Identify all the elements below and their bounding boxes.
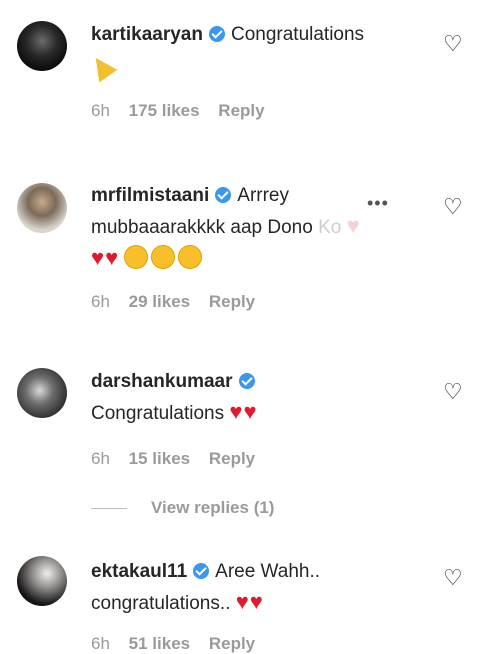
heart-icon: ♥ bbox=[249, 589, 264, 614]
view-replies-button[interactable]: View replies (1) bbox=[91, 498, 274, 518]
more-options-icon[interactable]: ••• bbox=[367, 193, 389, 214]
comment-username[interactable]: mrfilmistaani bbox=[91, 185, 209, 206]
comment-username[interactable]: darshankumaar bbox=[91, 371, 233, 392]
hugging-face-icon bbox=[178, 245, 203, 269]
reply-button[interactable]: Reply bbox=[209, 634, 255, 653]
heart-outline-icon[interactable]: ♡ bbox=[443, 567, 463, 589]
avatar[interactable] bbox=[17, 21, 67, 71]
comment-text: Congratulations bbox=[91, 403, 225, 424]
heart-icon: ♥ bbox=[91, 245, 106, 270]
comment-likes[interactable]: 51 likes bbox=[129, 634, 190, 653]
verified-badge-icon bbox=[238, 373, 255, 389]
heart-icon: ♥ bbox=[229, 399, 244, 424]
comment-body: kartikaaryan Congratulations bbox=[86, 20, 365, 88]
comment-body: darshankumaar Congratulations ♥♥ bbox=[91, 367, 261, 429]
verified-badge-icon bbox=[208, 26, 225, 42]
comment-meta: 6h 15 likes Reply bbox=[91, 449, 269, 469]
comment-body: ektakaul11 Aree Wahh.. congratulations.. … bbox=[91, 557, 391, 619]
comment-time: 6h bbox=[91, 101, 110, 120]
heart-icon: ♥ bbox=[105, 245, 120, 270]
verified-badge-icon bbox=[193, 563, 210, 579]
comment-time: 6h bbox=[91, 634, 110, 653]
comment-text: Congratulations bbox=[230, 24, 365, 45]
comment-meta: 6h 175 likes Reply bbox=[91, 101, 279, 121]
comment-likes[interactable]: 29 likes bbox=[129, 292, 190, 311]
view-replies-label: View replies (1) bbox=[151, 498, 275, 517]
comment-text-faded: Ko bbox=[318, 217, 342, 238]
comment-meta: 6h 51 likes Reply bbox=[91, 634, 269, 654]
comment-likes[interactable]: 15 likes bbox=[129, 449, 190, 468]
hugging-face-icon bbox=[124, 245, 149, 269]
heart-icon: ♥ bbox=[235, 589, 250, 614]
heart-icon: ♥ bbox=[243, 399, 258, 424]
reply-button[interactable]: Reply bbox=[218, 101, 264, 120]
avatar[interactable] bbox=[17, 368, 67, 418]
divider bbox=[91, 508, 127, 510]
heart-outline-icon[interactable]: ♡ bbox=[443, 381, 463, 403]
heart-outline-icon[interactable]: ♡ bbox=[443, 196, 463, 218]
heart-icon: ♥ bbox=[346, 213, 360, 238]
comment-time: 6h bbox=[91, 449, 110, 468]
hugging-face-icon bbox=[151, 245, 176, 269]
comment-likes[interactable]: 175 likes bbox=[129, 101, 200, 120]
comment-username[interactable]: ektakaul11 bbox=[91, 561, 187, 582]
avatar[interactable] bbox=[17, 556, 67, 606]
avatar[interactable] bbox=[17, 183, 67, 233]
comment-username[interactable]: kartikaaryan bbox=[91, 24, 203, 45]
verified-badge-icon bbox=[215, 187, 232, 203]
reply-button[interactable]: Reply bbox=[209, 449, 255, 468]
reply-button[interactable]: Reply bbox=[209, 292, 255, 311]
party-popper-icon bbox=[86, 51, 118, 83]
comment-meta: 6h 29 likes Reply bbox=[91, 292, 269, 312]
heart-outline-icon[interactable]: ♡ bbox=[443, 33, 463, 55]
comment-time: 6h bbox=[91, 292, 110, 311]
